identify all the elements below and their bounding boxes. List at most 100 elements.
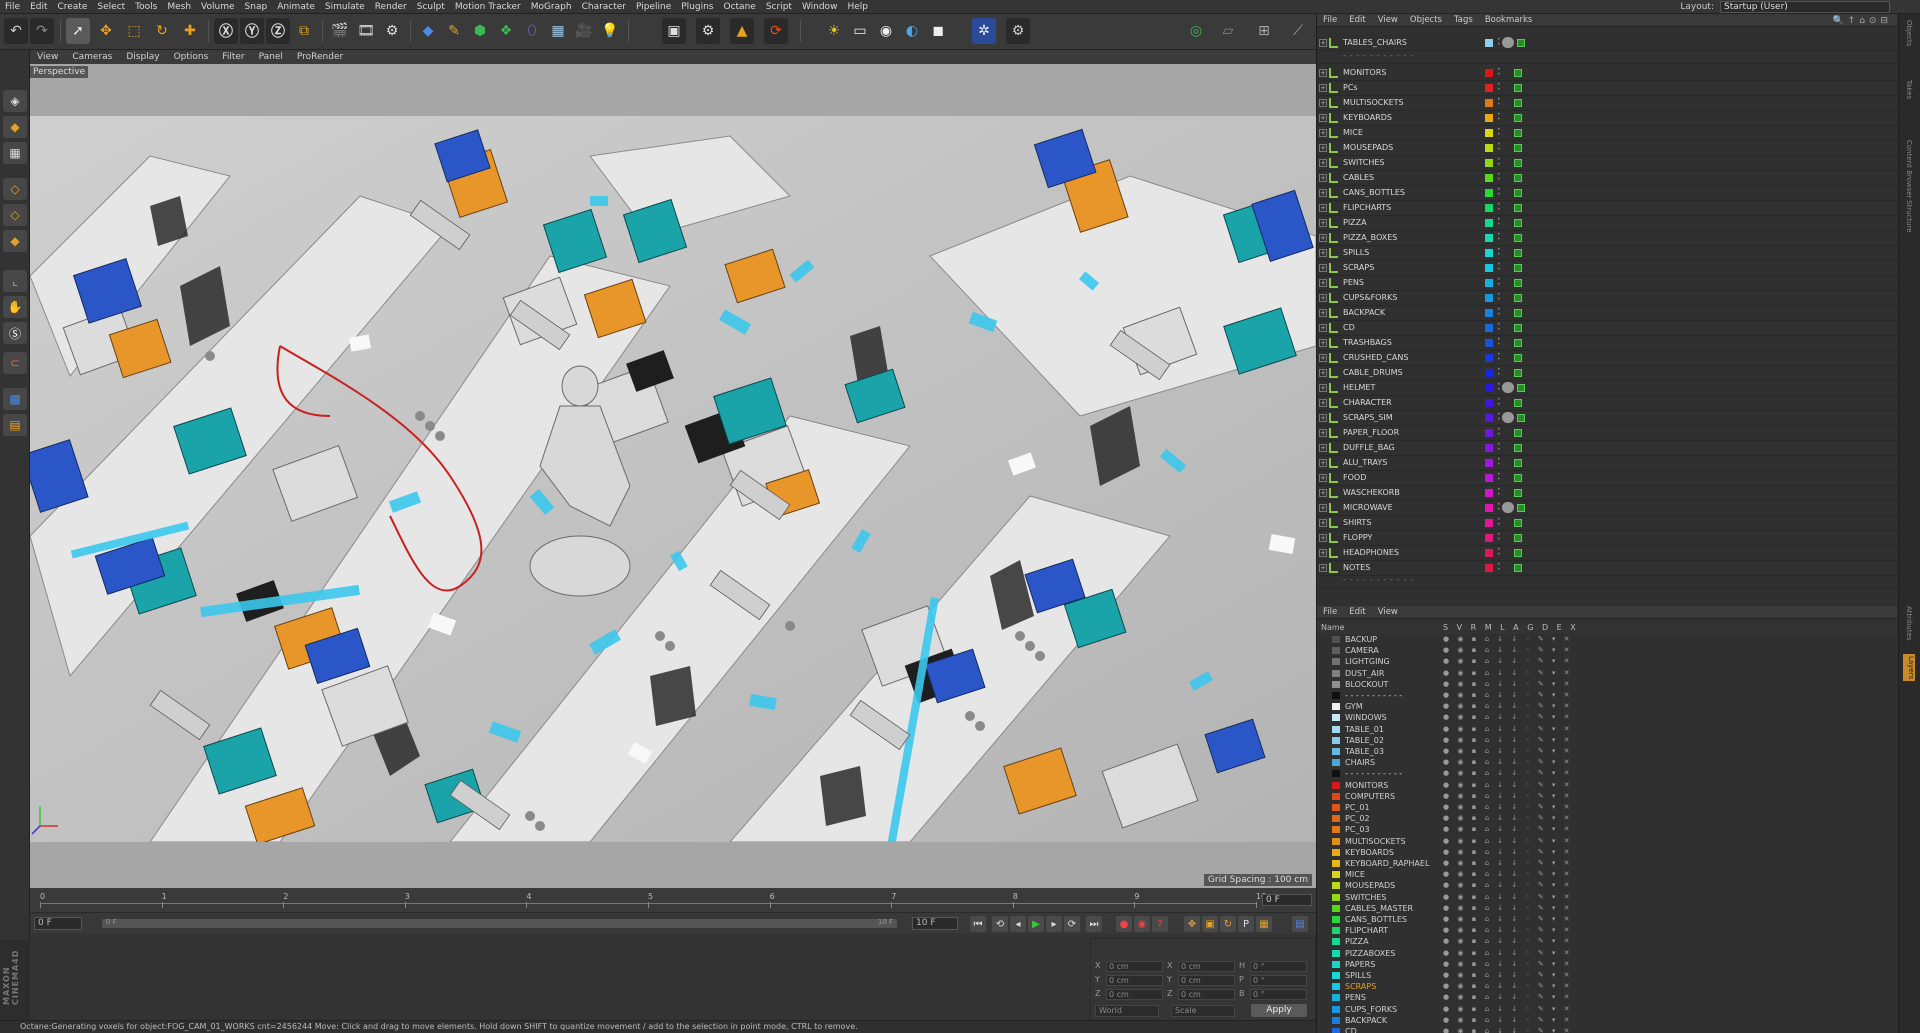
layer-flag-columns[interactable]: S V R M L A G D E X	[1443, 623, 1579, 632]
layer-menu-edit[interactable]: Edit	[1343, 607, 1371, 617]
visibility-dots-icon[interactable]: • •	[1497, 412, 1501, 423]
visibility-dots-icon[interactable]: • •	[1497, 187, 1501, 198]
expand-toggle-icon[interactable]: +	[1319, 159, 1327, 167]
expand-toggle-icon[interactable]: +	[1319, 39, 1327, 47]
expand-toggle-icon[interactable]: +	[1319, 549, 1327, 557]
enabled-check-icon[interactable]	[1514, 159, 1522, 167]
points-mode-icon[interactable]: ◇	[3, 178, 27, 200]
object-row[interactable]: + SHIRTS • •	[1317, 516, 1897, 531]
array-icon[interactable]: ❖	[494, 18, 518, 44]
y-axis-icon[interactable]: Ⓨ	[240, 18, 264, 44]
layer-color-swatch[interactable]	[1485, 564, 1493, 572]
layer-flag-icons[interactable]: ● ◉ ▪ ⌂ ↓ ↓ ◦ ✎ ▾ ✕	[1443, 690, 1573, 701]
material-tag-icon[interactable]	[1502, 412, 1514, 423]
layer-color-swatch[interactable]	[1485, 534, 1493, 542]
layer-flag-icons[interactable]: ● ◉ ▪ ⌂ ↓ ↓ ◦ ✎ ▾ ✕	[1443, 724, 1573, 735]
object-name[interactable]: ALU_TRAYS	[1343, 458, 1387, 467]
enabled-check-icon[interactable]	[1514, 144, 1522, 152]
enabled-check-icon[interactable]	[1514, 249, 1522, 257]
layer-row[interactable]: TABLE_01 ● ◉ ▪ ⌂ ↓ ↓ ◦ ✎ ▾ ✕	[1317, 724, 1897, 735]
layer-color-swatch[interactable]	[1332, 680, 1340, 688]
object-row[interactable]: + KEYBOARDS • •	[1317, 111, 1897, 126]
object-row[interactable]: + SWITCHES • •	[1317, 156, 1897, 171]
layer-row[interactable]: GYM ● ◉ ▪ ⌂ ↓ ↓ ◦ ✎ ▾ ✕	[1317, 701, 1897, 712]
enabled-check-icon[interactable]	[1517, 414, 1525, 422]
layer-name[interactable]: CAMERA	[1345, 645, 1379, 656]
viewport-menu-cameras[interactable]: Cameras	[65, 52, 119, 62]
object-row[interactable]: + FLIPCHARTS • •	[1317, 201, 1897, 216]
layer-row[interactable]: TABLE_03 ● ◉ ▪ ⌂ ↓ ↓ ◦ ✎ ▾ ✕	[1317, 746, 1897, 757]
layer-flag-icons[interactable]: ● ◉ ▪ ⌂ ↓ ↓ ◦ ✎ ▾ ✕	[1443, 936, 1573, 947]
texture-light-icon[interactable]: ◐	[900, 18, 924, 44]
object-row[interactable]: + PIZZA • •	[1317, 216, 1897, 231]
enabled-check-icon[interactable]	[1514, 444, 1522, 452]
menu-item-octane[interactable]: Octane	[719, 0, 761, 14]
layer-color-swatch[interactable]	[1332, 725, 1340, 733]
object-row[interactable]: + CD • •	[1317, 321, 1897, 336]
visibility-dots-icon[interactable]: • •	[1497, 292, 1501, 303]
layer-flag-icons[interactable]: ● ◉ ▪ ⌂ ↓ ↓ ◦ ✎ ▾ ✕	[1443, 780, 1573, 791]
layer-flag-icons[interactable]: ● ◉ ▪ ⌂ ↓ ↓ ◦ ✎ ▾ ✕	[1443, 847, 1573, 858]
octane-refresh-icon[interactable]: ⟳	[764, 18, 788, 44]
object-row[interactable]: + TABLES_CHAIRS • •	[1317, 36, 1897, 51]
size-value-field[interactable]: 0 cm	[1178, 989, 1235, 1000]
layer-color-swatch[interactable]	[1485, 84, 1493, 92]
side-tab-content-browser[interactable]: Content Browser	[1905, 140, 1913, 198]
layer-flag-icons[interactable]: ● ◉ ▪ ⌂ ↓ ↓ ◦ ✎ ▾ ✕	[1443, 735, 1573, 746]
layer-name[interactable]: CD	[1345, 1026, 1357, 1033]
menu-item-edit[interactable]: Edit	[25, 0, 52, 14]
next-key-icon[interactable]: ⟳	[1064, 916, 1080, 932]
layer-row[interactable]: SWITCHES ● ◉ ▪ ⌂ ↓ ↓ ◦ ✎ ▾ ✕	[1317, 892, 1897, 903]
object-row[interactable]: + TRASHBAGS • •	[1317, 336, 1897, 351]
expand-toggle-icon[interactable]: +	[1319, 504, 1327, 512]
viewport-menu-view[interactable]: View	[30, 52, 65, 62]
max-frame-field[interactable]: 10 F	[912, 917, 958, 930]
layer-row[interactable]: MICE ● ◉ ▪ ⌂ ↓ ↓ ◦ ✎ ▾ ✕	[1317, 869, 1897, 880]
menu-item-motion-tracker[interactable]: Motion Tracker	[450, 0, 526, 14]
visibility-dots-icon[interactable]: • •	[1497, 232, 1501, 243]
expand-toggle-icon[interactable]: +	[1319, 489, 1327, 497]
position-value-field[interactable]: 0 cm	[1106, 989, 1163, 1000]
size-value-field[interactable]: 0 cm	[1178, 975, 1235, 986]
enabled-check-icon[interactable]	[1514, 279, 1522, 287]
expand-toggle-icon[interactable]: +	[1319, 174, 1327, 182]
enabled-check-icon[interactable]	[1514, 84, 1522, 92]
layer-color-swatch[interactable]	[1332, 703, 1340, 711]
layer-color-swatch[interactable]	[1485, 204, 1493, 212]
visibility-dots-icon[interactable]: • •	[1497, 217, 1501, 228]
layer-color-swatch[interactable]	[1485, 354, 1493, 362]
object-name[interactable]: CHARACTER	[1343, 398, 1392, 407]
object-row[interactable]: + DUFFLE_BAG • •	[1317, 441, 1897, 456]
layer-name[interactable]: GYM	[1345, 701, 1363, 712]
visibility-dots-icon[interactable]: • •	[1497, 172, 1501, 183]
enabled-check-icon[interactable]	[1514, 339, 1522, 347]
layer-flag-icons[interactable]: ● ◉ ▪ ⌂ ↓ ↓ ◦ ✎ ▾ ✕	[1443, 813, 1573, 824]
enabled-check-icon[interactable]	[1514, 204, 1522, 212]
object-name[interactable]: CANS_BOTTLES	[1343, 188, 1405, 197]
layer-color-swatch[interactable]	[1485, 384, 1493, 392]
object-name[interactable]: MONITORS	[1343, 68, 1386, 77]
go-to-start-icon[interactable]: ⏮	[970, 916, 986, 932]
layer-color-swatch[interactable]	[1485, 279, 1493, 287]
object-name[interactable]: FOOD	[1343, 473, 1366, 482]
visibility-dots-icon[interactable]: • •	[1497, 337, 1501, 348]
enabled-check-icon[interactable]	[1514, 459, 1522, 467]
material-tag-icon[interactable]	[1502, 382, 1514, 393]
object-name[interactable]: FLIPCHARTS	[1343, 203, 1391, 212]
layer-name[interactable]: PIZZA	[1345, 936, 1369, 947]
tweak-mode-icon[interactable]: ✋	[3, 296, 27, 318]
layer-color-swatch[interactable]	[1332, 871, 1340, 879]
layer-name[interactable]: SPILLS	[1345, 970, 1371, 981]
object-name[interactable]: HELMET	[1343, 383, 1375, 392]
next-frame-icon[interactable]: ▸	[1046, 916, 1062, 932]
visibility-dots-icon[interactable]: • •	[1497, 562, 1501, 573]
layer-color-swatch[interactable]	[1485, 189, 1493, 197]
layer-name[interactable]: CABLES_MASTER	[1345, 903, 1413, 914]
layer-color-swatch[interactable]	[1332, 804, 1340, 811]
layer-name[interactable]: MULTISOCKETS	[1345, 836, 1406, 847]
layer-color-swatch[interactable]	[1332, 983, 1340, 991]
layer-color-swatch[interactable]	[1332, 826, 1340, 834]
visibility-dots-icon[interactable]: • •	[1497, 367, 1501, 378]
octane-settings-icon[interactable]: ⚙	[696, 18, 720, 44]
layer-color-swatch[interactable]	[1485, 129, 1493, 137]
